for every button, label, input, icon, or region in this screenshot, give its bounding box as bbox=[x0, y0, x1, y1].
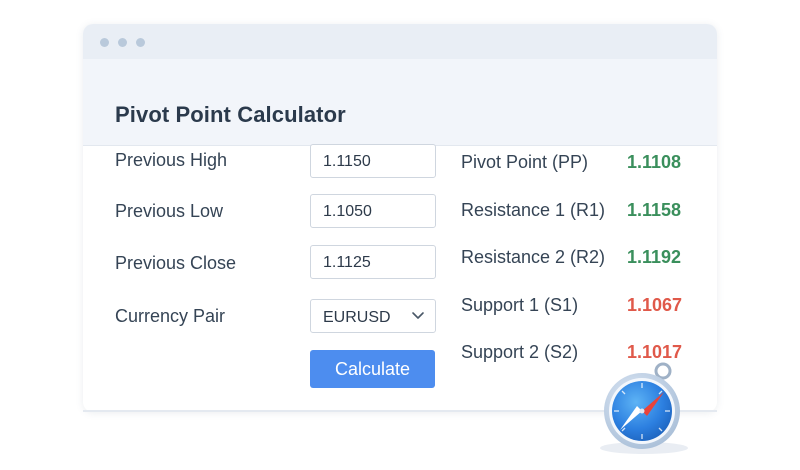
calculate-button[interactable]: Calculate bbox=[310, 350, 435, 388]
previous-close-label: Previous Close bbox=[115, 253, 237, 273]
currency-pair-select[interactable]: EURUSD bbox=[310, 299, 436, 333]
page-header: Pivot Point Calculator bbox=[83, 59, 717, 146]
resistance-2-label: Resistance 2 (R2) bbox=[461, 247, 606, 267]
previous-high-input[interactable]: 1.1150 bbox=[310, 144, 436, 178]
resistance-1-label: Resistance 1 (R1) bbox=[461, 200, 606, 220]
window-titlebar bbox=[83, 24, 717, 59]
window-dot bbox=[118, 38, 127, 47]
calculator-window: Pivot Point Calculator Previous High 1.1… bbox=[83, 24, 717, 412]
currency-pair-label: Currency Pair bbox=[115, 306, 226, 326]
currency-pair-value: EURUSD bbox=[323, 309, 391, 326]
support-1-value: 1.1067 bbox=[627, 295, 683, 315]
resistance-2-value: 1.1192 bbox=[627, 247, 682, 267]
compass-icon bbox=[600, 362, 688, 454]
resistance-1-value: 1.1158 bbox=[627, 200, 682, 220]
pivot-point-value: 1.1108 bbox=[627, 152, 682, 172]
pivot-point-label: Pivot Point (PP) bbox=[461, 152, 589, 172]
previous-close-input[interactable]: 1.1125 bbox=[310, 245, 436, 279]
support-1-label: Support 1 (S1) bbox=[461, 295, 579, 315]
support-2-label: Support 2 (S2) bbox=[461, 342, 579, 362]
previous-low-label: Previous Low bbox=[115, 201, 224, 221]
window-dot bbox=[100, 38, 109, 47]
page-title: Pivot Point Calculator bbox=[115, 102, 346, 127]
previous-high-label: Previous High bbox=[115, 150, 228, 170]
previous-low-input[interactable]: 1.1050 bbox=[310, 194, 436, 228]
window-dot bbox=[136, 38, 145, 47]
chevron-down-icon bbox=[412, 312, 424, 319]
